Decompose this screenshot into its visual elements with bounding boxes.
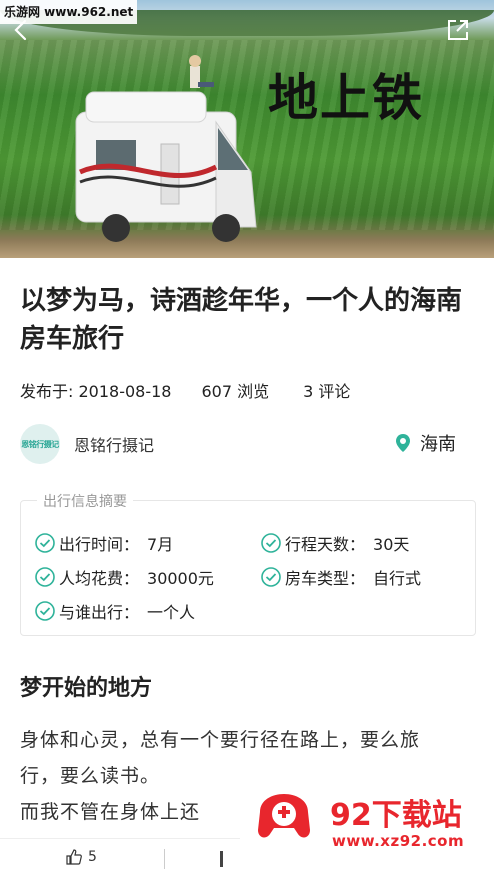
thumbs-up-icon xyxy=(66,849,82,865)
watermark-url: www.xz92.com xyxy=(332,832,465,850)
check-circle-icon xyxy=(35,601,55,621)
summary-item: 房车类型： 自行式 xyxy=(261,565,421,589)
summary-label: 与谁出行： xyxy=(59,603,140,622)
location[interactable]: 海南 xyxy=(396,430,456,456)
check-circle-icon xyxy=(35,533,55,553)
summary-item: 行程天数： 30天 xyxy=(261,531,409,555)
like-button[interactable]: 5 xyxy=(66,849,97,865)
summary-value: 30天 xyxy=(373,535,410,554)
summary-value: 30000元 xyxy=(147,569,214,588)
trip-summary-card: 出行信息摘要 出行时间： 7月 行程天数： 30天 人均花费： 30000元 房… xyxy=(20,491,476,636)
gamepad-logo-icon xyxy=(258,794,310,838)
summary-title: 出行信息摘要 xyxy=(37,491,133,511)
summary-item: 出行时间： 7月 xyxy=(35,531,173,555)
author-name[interactable]: 恩铭行摄记 xyxy=(74,432,154,456)
summary-label: 行程天数： xyxy=(285,535,366,554)
location-pin-icon xyxy=(396,434,410,452)
like-count: 5 xyxy=(88,849,97,865)
summary-label: 房车类型： xyxy=(285,569,366,588)
comment-count[interactable]: 3 评论 xyxy=(303,378,350,402)
divider xyxy=(164,849,165,869)
view-count: 607 浏览 xyxy=(201,382,270,401)
download-site-watermark: 92下载站 www.xz92.com xyxy=(240,780,494,858)
rv-illustration xyxy=(75,55,257,242)
article-title: 以梦为马，诗酒趁年华，一个人的海南房车旅行 xyxy=(20,286,463,354)
article-meta: 发布于: 2018-08-18 607 浏览 3 评论 xyxy=(20,378,350,402)
check-circle-icon xyxy=(261,533,281,553)
check-circle-icon xyxy=(261,567,281,587)
summary-item: 与谁出行： 一个人 xyxy=(35,599,195,623)
check-circle-icon xyxy=(35,567,55,587)
body-line: 身体和心灵，总有一个要行径在路上，要么旅 xyxy=(20,729,421,751)
publish-date: 发布于: 2018-08-18 xyxy=(20,382,172,401)
summary-value: 7月 xyxy=(147,535,174,554)
watermark-title: 92下载站 xyxy=(330,798,462,833)
summary-item: 人均花费： 30000元 xyxy=(35,565,214,589)
back-icon[interactable] xyxy=(10,18,34,42)
hero-image: 乐游网 www.962.net 地上铁 xyxy=(0,0,494,258)
location-name: 海南 xyxy=(420,434,456,455)
summary-label: 人均花费： xyxy=(59,569,140,588)
share-icon[interactable] xyxy=(446,18,470,42)
section-title: 梦开始的地方 xyxy=(20,676,153,701)
summary-value: 一个人 xyxy=(147,603,196,622)
avatar[interactable]: 恩铭行摄记 xyxy=(20,424,60,464)
summary-label: 出行时间： xyxy=(59,535,140,554)
summary-value: 自行式 xyxy=(373,569,422,588)
author-block[interactable]: 恩铭行摄记 恩铭行摄记 xyxy=(20,424,154,464)
comment-icon[interactable] xyxy=(220,851,223,867)
hero-slogan: 地上铁 xyxy=(268,69,424,127)
